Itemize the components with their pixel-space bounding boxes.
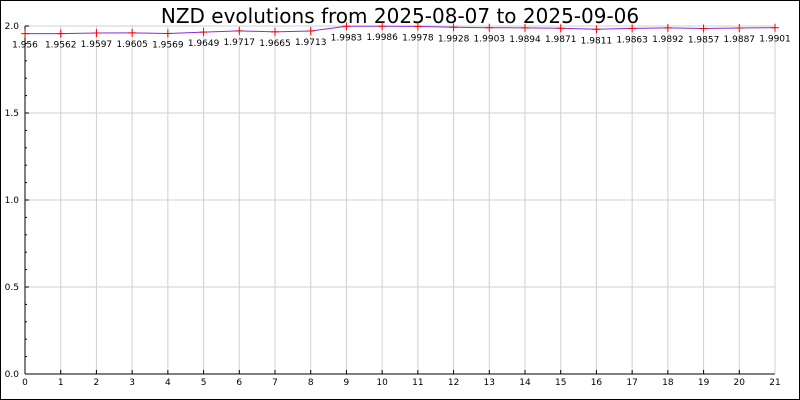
data-label: 1.9892 [652, 35, 684, 45]
data-point-marker [128, 28, 137, 37]
y-tick-label: 2.0 [5, 22, 20, 32]
data-label: 1.9857 [688, 35, 720, 45]
data-label: 1.9983 [331, 33, 363, 43]
x-tick-label: 19 [698, 378, 710, 388]
y-tick-label: 0.0 [5, 370, 20, 380]
data-label: 1.9887 [724, 35, 756, 45]
x-tick-label: 0 [22, 378, 28, 388]
data-point-marker [771, 23, 779, 32]
x-tick-label: 4 [165, 378, 171, 388]
x-tick-label: 10 [376, 378, 388, 388]
data-label: 1.9597 [81, 40, 113, 50]
data-label: 1.9562 [45, 41, 77, 51]
data-label: 1.9665 [259, 39, 291, 49]
chart-container: NZD evolutions from 2025-08-07 to 2025-0… [0, 0, 800, 400]
y-tick-label: 1.5 [5, 109, 19, 119]
data-label: 1.9569 [152, 40, 184, 50]
x-tick-label: 14 [519, 378, 531, 388]
chart-title: NZD evolutions from 2025-08-07 to 2025-0… [161, 4, 639, 28]
x-tick-label: 18 [662, 378, 674, 388]
x-tick-label: 8 [308, 378, 314, 388]
x-tick-label: 13 [484, 378, 495, 388]
data-label: 1.9811 [581, 36, 613, 46]
x-tick-label: 15 [555, 378, 566, 388]
data-point-marker [235, 26, 244, 35]
x-tick-label: 3 [129, 378, 135, 388]
data-label: 1.9894 [509, 35, 541, 45]
y-tick-label: 1.0 [5, 196, 20, 206]
x-tick-label: 6 [236, 378, 242, 388]
x-tick-label: 11 [412, 378, 423, 388]
data-label: 1.9649 [188, 39, 220, 49]
x-tick-label: 20 [734, 378, 746, 388]
data-point-marker [56, 29, 65, 38]
x-tick-label: 2 [94, 378, 100, 388]
data-label: 1.9978 [402, 33, 434, 43]
data-label: 1.9713 [295, 38, 327, 48]
x-tick-label: 1 [58, 378, 64, 388]
data-point-marker [92, 29, 101, 38]
data-point-marker [271, 27, 279, 36]
data-label: 1.9605 [116, 40, 148, 50]
y-tick-label: 0.5 [5, 283, 19, 293]
x-tick-label: 17 [626, 378, 637, 388]
grid-layer [24, 25, 776, 375]
data-label: 1.956 [12, 41, 38, 51]
axis-layer: 0 1 2 3 4 5 6 7 8 9 10 11 12 13 14 15 16 17 18 19 20 210.00.5… [5, 22, 781, 388]
data-point-marker [306, 26, 315, 35]
data-label: 1.9871 [545, 35, 577, 45]
data-point-marker [21, 29, 29, 38]
x-tick-label: 7 [272, 378, 278, 388]
x-tick-label: 9 [344, 378, 350, 388]
data-label: 1.9903 [474, 35, 506, 45]
data-label: 1.9901 [759, 35, 791, 45]
x-tick-label: 16 [591, 378, 603, 388]
data-label: 1.9717 [224, 38, 256, 48]
x-tick-label: 21 [769, 378, 780, 388]
data-point-marker [663, 23, 672, 32]
data-label: 1.9863 [616, 35, 648, 45]
data-point-marker [199, 28, 208, 37]
data-point-marker [735, 23, 744, 32]
data-label: 1.9986 [366, 33, 398, 43]
x-tick-label: 12 [448, 378, 459, 388]
chart-svg: NZD evolutions from 2025-08-07 to 2025-0… [5, 4, 791, 388]
data-label-layer: 1.956 1.9562 1.9597 1.9605 1.9569 1.9649 1.971… [12, 33, 791, 50]
data-label: 1.9928 [438, 34, 470, 44]
x-tick-label: 5 [201, 378, 207, 388]
data-point-marker [163, 29, 172, 38]
